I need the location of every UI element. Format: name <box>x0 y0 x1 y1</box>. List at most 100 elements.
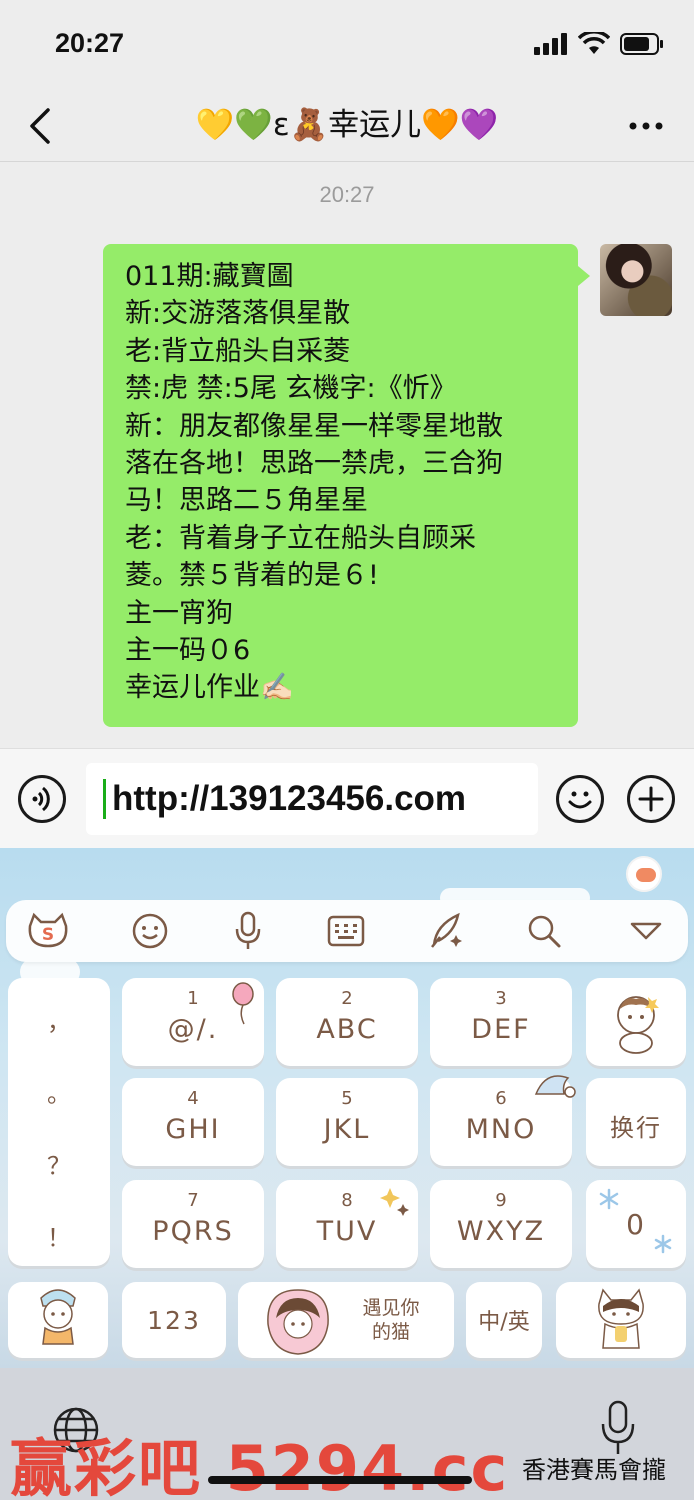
punctuation-key[interactable]: ， <box>8 1002 110 1037</box>
mascot-icon[interactable] <box>626 856 662 892</box>
sticker-key[interactable] <box>8 1282 108 1358</box>
punctuation-key[interactable]: ！ <box>8 1218 110 1253</box>
toolbar-emoji[interactable] <box>126 908 174 954</box>
emoji-button[interactable] <box>556 775 604 823</box>
key-6[interactable]: 6 MNO <box>430 1075 576 1166</box>
watermark-left: 赢彩吧 5294.cc <box>10 1432 510 1500</box>
newline-key[interactable]: 换行 <box>586 1078 686 1166</box>
svg-text:S: S <box>42 925 54 945</box>
girl-sticker-icon <box>267 1289 329 1355</box>
key-7[interactable]: 7 PQRS <box>122 1180 264 1268</box>
emoji-icon <box>132 913 168 949</box>
microphone-icon <box>235 911 261 949</box>
message-line: 老:背立船头自采菱 <box>125 335 351 367</box>
toolbar-voice[interactable] <box>224 908 272 954</box>
catgirl-sticker-icon <box>598 1288 644 1349</box>
message-line: 马！思路二５角星星 <box>125 485 368 517</box>
toolbar-collapse[interactable] <box>622 908 670 954</box>
key-label: MNO <box>465 1114 537 1145</box>
status-time: 20:27 <box>55 28 125 58</box>
message-input-text: http://139123456.com <box>112 779 467 818</box>
voice-icon <box>32 786 50 812</box>
punctuation-key[interactable]: 。 <box>8 1074 110 1109</box>
chevron-down-icon <box>630 922 662 940</box>
quill-icon <box>431 912 462 948</box>
message-line: 新：朋友都像星星一样零星地散 <box>125 410 503 442</box>
key-4[interactable]: 4 GHI <box>122 1078 264 1166</box>
watermark-right: 香港賽馬會攏 <box>522 1456 666 1484</box>
keyboard-icon <box>327 915 365 947</box>
snowflake-icon <box>599 1188 672 1254</box>
dictation-mic-icon[interactable] <box>598 1400 638 1456</box>
more-actions-button[interactable] <box>627 775 675 823</box>
key-label: 中/英 <box>478 1310 530 1335</box>
key-label: TUV <box>316 1216 378 1247</box>
key-2[interactable]: 2 ABC <box>276 978 418 1066</box>
toolbar-search[interactable] <box>520 908 568 954</box>
message-line: 主一宵狗 <box>125 597 233 629</box>
message-line: 落在各地！思路一禁虎，三合狗 <box>125 448 503 480</box>
battery-icon <box>620 33 663 55</box>
number-mode-key[interactable]: 123 <box>122 1282 226 1358</box>
message-line: 菱。禁５背着的是６! <box>125 560 379 592</box>
mascot-sticker-icon <box>617 996 659 1054</box>
key-9[interactable]: 9 WXYZ <box>430 1180 572 1268</box>
sparkle-icon <box>380 1188 409 1216</box>
kid-sticker-icon <box>40 1289 76 1345</box>
search-icon <box>528 915 561 948</box>
chat-title: 💛💚ε🧸幸运儿🧡💜 <box>195 107 499 143</box>
message-line: 老：背着身子立在船头自顾采 <box>125 522 476 554</box>
key-8[interactable]: 8 TUV <box>276 1180 418 1268</box>
signal-icon <box>534 33 567 55</box>
key-label: ABC <box>316 1014 378 1045</box>
nightcap-icon <box>534 1075 576 1098</box>
message-line: 主一码０6 <box>125 635 251 667</box>
keyboard-toolbar: S <box>6 900 688 962</box>
toolbar-handwrite[interactable] <box>422 908 470 954</box>
toolbar-keyboard[interactable] <box>322 908 370 954</box>
status-icons <box>534 30 664 58</box>
sticker-key-right[interactable] <box>556 1282 686 1358</box>
balloon-icon <box>232 982 254 1025</box>
key-number: 3 <box>495 988 507 1009</box>
chat-area[interactable]: 20:27 011期:藏寶圖 新:交游落落俱星散 老:背立船头自采菱 禁:虎 禁… <box>0 162 694 748</box>
sender-avatar[interactable] <box>600 244 672 316</box>
message-bubble[interactable]: 011期:藏寶圖 新:交游落落俱星散 老:背立船头自采菱 禁:虎 禁:5尾 玄機… <box>103 244 590 727</box>
text-caret <box>103 779 106 819</box>
more-icon[interactable] <box>626 108 666 144</box>
key-number: 7 <box>187 1190 199 1211</box>
space-key[interactable]: 遇见你的猫 <box>238 1282 454 1358</box>
message-line: 新:交游落落俱星散 <box>125 298 351 330</box>
key-label: DEF <box>471 1014 531 1045</box>
key-number: 2 <box>341 988 353 1009</box>
punctuation-key[interactable]: ？ <box>8 1146 110 1181</box>
space-sticker-text: 遇见你的猫 <box>362 1297 420 1343</box>
key-label: PQRS <box>152 1216 234 1247</box>
message-line: 011期:藏寶圖 <box>125 261 294 292</box>
home-indicator[interactable] <box>208 1476 472 1484</box>
key-number: 9 <box>495 1190 507 1211</box>
punctuation-column[interactable]: ， 。 ？ ！ <box>8 978 110 1266</box>
voice-toggle-button[interactable] <box>18 775 66 823</box>
cat-logo-icon: S <box>28 912 68 948</box>
key-3[interactable]: 3 DEF <box>430 978 572 1066</box>
keyboard: S ， 。 ？ ！ 1 @/. 2 ABC 3 DEF 4 GHI 5 JKL … <box>0 848 694 1368</box>
message-line: 幸运儿作业✍🏻 <box>125 672 294 704</box>
key-1[interactable]: 1 @/. <box>122 978 264 1066</box>
plus-icon <box>638 786 664 812</box>
key-label: 123 <box>147 1306 201 1335</box>
message-timestamp: 20:27 <box>319 182 375 207</box>
language-switch-key[interactable]: 中/英 <box>466 1282 542 1358</box>
wifi-icon <box>578 32 610 54</box>
key-label: WXYZ <box>456 1216 546 1247</box>
message-input[interactable]: http://139123456.com <box>86 763 538 835</box>
system-bottom-bar: 赢彩吧 5294.cc 香港賽馬會攏 <box>0 1368 694 1500</box>
status-bar: 20:27 <box>0 0 694 90</box>
key-5[interactable]: 5 JKL <box>276 1078 418 1166</box>
toolbar-logo[interactable]: S <box>24 908 72 954</box>
key-label: GHI <box>165 1114 221 1145</box>
smiley-icon <box>568 791 592 809</box>
key-0[interactable]: 0 <box>586 1180 686 1268</box>
delete-key[interactable] <box>586 978 686 1066</box>
key-number: 4 <box>187 1088 199 1109</box>
